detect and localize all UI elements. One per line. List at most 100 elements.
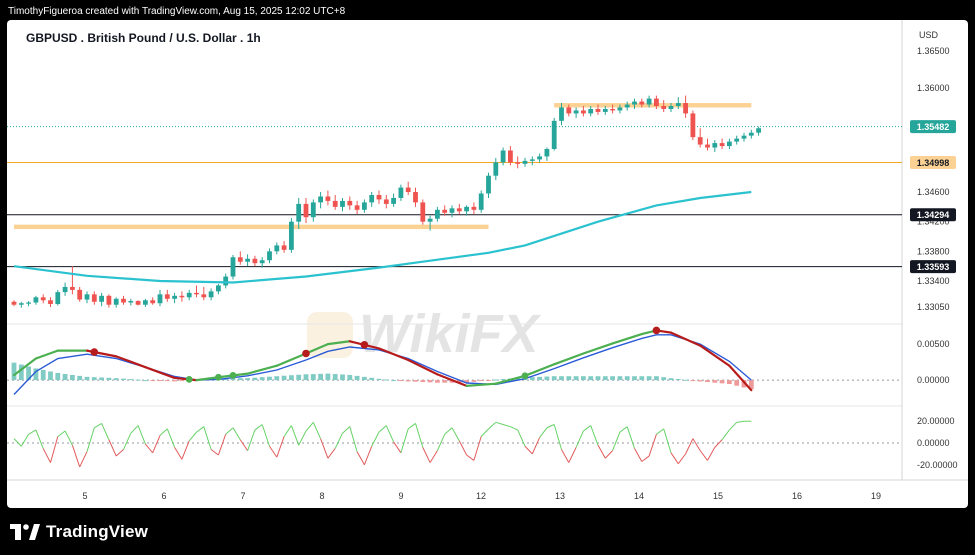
candle[interactable] [727,138,732,150]
candle[interactable] [296,197,302,230]
candle[interactable] [40,294,46,304]
candle[interactable] [478,190,484,213]
candle[interactable] [245,254,250,267]
candle[interactable] [325,190,331,206]
candle[interactable] [186,289,192,301]
candle[interactable] [515,156,521,169]
candle[interactable] [77,286,83,302]
candle[interactable] [420,199,426,225]
candle[interactable] [347,196,353,210]
candle[interactable] [135,300,141,306]
candle[interactable] [259,257,265,268]
candle[interactable] [91,291,97,305]
candle[interactable] [340,197,345,212]
candle[interactable] [471,202,477,215]
candle[interactable] [719,138,725,150]
candle[interactable] [303,197,309,224]
candle[interactable] [18,301,24,308]
candle[interactable] [683,95,688,118]
candle[interactable] [318,192,323,209]
tradingview-logo[interactable]: TradingView [10,521,148,543]
chart-card[interactable]: WikiFX USD 1.36500 1.36000 1.34600 1.34200 1.… [7,20,968,508]
candle-body [354,205,360,210]
last-price-tag[interactable]: 1.35482 [910,120,956,134]
candle[interactable] [697,128,703,148]
candle[interactable] [70,266,75,295]
candle[interactable] [11,300,17,307]
candle[interactable] [179,291,185,302]
candle[interactable] [62,282,68,296]
candle[interactable] [383,194,389,209]
candle[interactable] [332,194,338,210]
candle[interactable] [99,292,104,307]
candle[interactable] [529,156,535,166]
level-price-tag[interactable]: 1.34998 [910,156,956,170]
candle[interactable] [449,205,455,218]
candle-body [99,295,104,302]
candle[interactable] [201,286,207,301]
candle[interactable] [26,301,31,307]
candle[interactable] [748,129,754,139]
candle[interactable] [216,283,221,295]
candle[interactable] [354,200,360,215]
candle[interactable] [456,203,462,215]
candle[interactable] [369,192,375,207]
candle[interactable] [624,101,630,111]
candle[interactable] [172,292,177,304]
candle[interactable] [267,248,272,264]
candle[interactable] [289,217,294,253]
candle[interactable] [252,255,258,267]
candle[interactable] [573,107,579,118]
candle[interactable] [376,190,382,204]
candle[interactable] [113,297,119,308]
candle[interactable] [194,285,199,298]
oscillator-line-segment [123,433,132,450]
candle[interactable] [705,138,710,151]
candle[interactable] [84,291,90,304]
candle[interactable] [741,132,747,142]
candle[interactable] [106,294,112,308]
candle[interactable] [164,289,170,302]
candle[interactable] [55,289,61,306]
candle[interactable] [398,184,404,201]
candle[interactable] [551,117,557,151]
candle[interactable] [581,106,586,117]
candle[interactable] [157,289,163,307]
macd-line-segment [699,344,731,367]
candle[interactable] [756,126,761,136]
candle[interactable] [391,193,396,207]
candle[interactable] [493,157,499,181]
candle[interactable] [734,135,740,145]
moving-average-line[interactable] [13,190,752,284]
candle[interactable] [442,205,448,216]
candle[interactable] [310,199,316,222]
candle[interactable] [522,157,528,167]
candle[interactable] [150,297,156,305]
candle[interactable] [362,199,367,213]
candle[interactable] [712,140,718,152]
candle[interactable] [588,106,594,117]
level-price-tag[interactable]: 1.34294 [910,208,956,222]
candle[interactable] [544,147,550,161]
candle[interactable] [143,298,148,307]
candle[interactable] [274,242,280,255]
candle[interactable] [33,295,39,305]
candle[interactable] [230,255,236,280]
chart-canvas[interactable]: WikiFX USD1.365001.360001.346001.342001.… [7,20,968,508]
candle[interactable] [223,273,229,289]
candle[interactable] [281,240,287,253]
candle[interactable] [121,295,126,305]
candle[interactable] [486,172,491,198]
candle-body [259,260,265,264]
candle[interactable] [405,181,411,195]
candle[interactable] [435,206,440,222]
candle[interactable] [128,298,134,306]
candle[interactable] [690,110,696,141]
candle[interactable] [237,251,243,265]
candle[interactable] [413,187,418,207]
candle[interactable] [464,205,469,216]
candle[interactable] [208,288,214,301]
candle[interactable] [48,297,53,307]
level-price-tag[interactable]: 1.33593 [910,260,956,274]
candle[interactable] [537,153,542,163]
